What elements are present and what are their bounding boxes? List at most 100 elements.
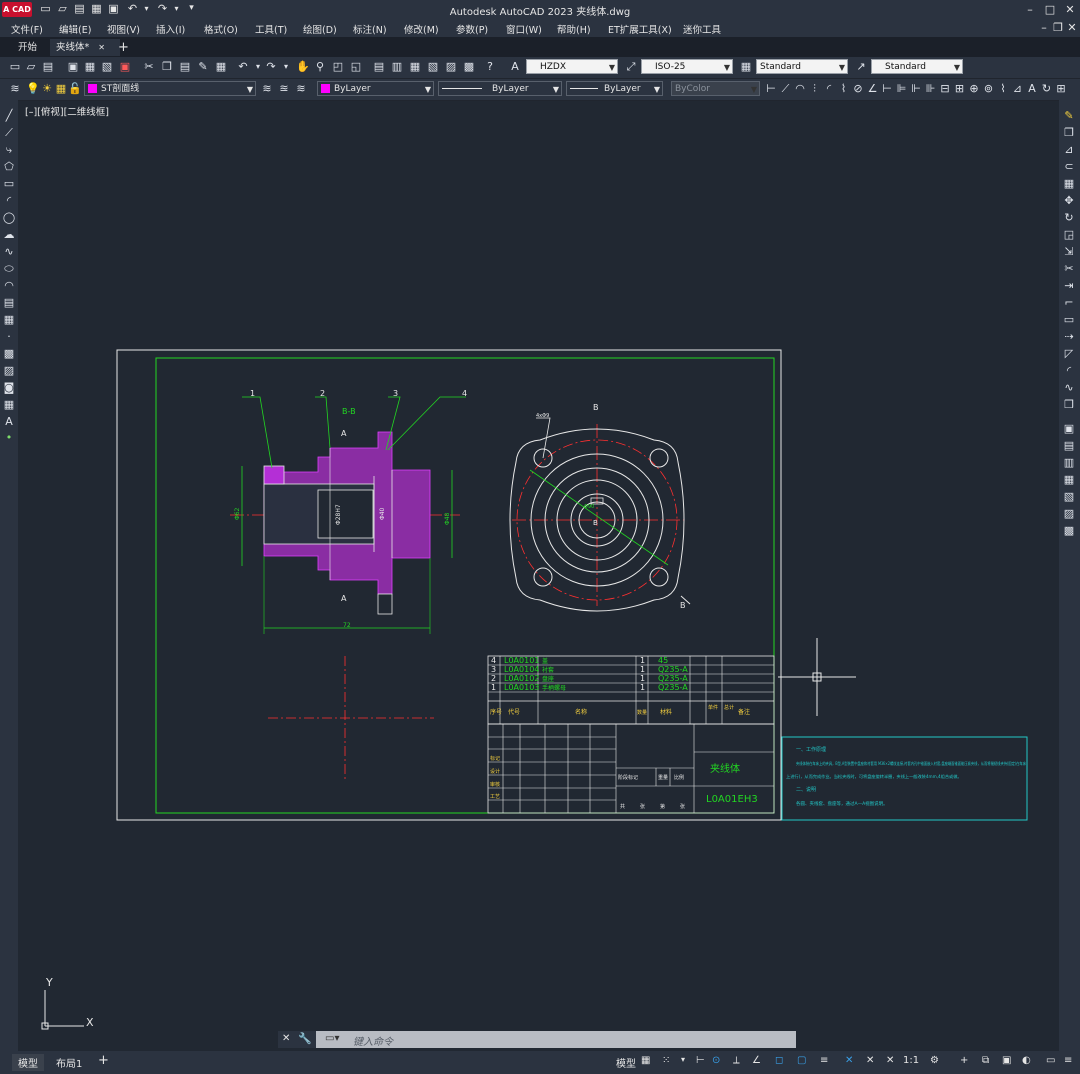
svg-text:盖: 盖 (542, 657, 548, 665)
svg-text:夹线体装在车床上的夹具，B型,A型装置中盘座和衬套用 M36: 夹线体装在车床上的夹具，B型,A型装置中盘座和衬套用 M36×2螺纹连接,衬套内… (796, 760, 1027, 767)
svg-text:A: A (341, 429, 347, 438)
svg-text:工艺: 工艺 (490, 794, 500, 800)
dynamic-input-icon[interactable]: ⊙ (712, 1055, 720, 1066)
annotation-scale-icon[interactable]: ✕ (886, 1055, 894, 1066)
svg-text:序号: 序号 (490, 708, 502, 716)
svg-text:Φ48: Φ48 (444, 512, 451, 525)
workspace-gear-icon[interactable]: ⚙ (930, 1055, 939, 1066)
svg-text:材料: 材料 (660, 708, 672, 716)
svg-text:上进行)，从而完成作业。当松夹线时，可将盘座旋转半圈，夹线上: 上进行)，从而完成作业。当松夹线时，可将盘座旋转半圈，夹线上一般改装4mm,4组… (786, 773, 962, 780)
svg-text:L0A01EH3: L0A01EH3 (706, 794, 758, 805)
svg-text:共: 共 (620, 803, 625, 810)
annotation-monitor-icon[interactable]: + (960, 1055, 968, 1066)
svg-text:L0A0101: L0A0101 (504, 656, 539, 665)
crosshair-cursor (778, 638, 856, 716)
svg-text:夹线体: 夹线体 (710, 762, 740, 775)
quick-properties-icon[interactable]: ▣ (1002, 1055, 1011, 1066)
svg-text:衬套: 衬套 (542, 666, 554, 674)
add-layout-button[interactable]: + (98, 1053, 109, 1068)
snap-icon[interactable]: ⁙ (662, 1055, 670, 1066)
svg-text:1: 1 (640, 665, 645, 674)
isolate-objects-icon[interactable]: ◐ (1022, 1055, 1031, 1066)
svg-text:二、说明: 二、说明 (796, 786, 816, 793)
svg-text:Q235-A: Q235-A (658, 665, 688, 674)
svg-text:A: A (341, 594, 347, 603)
technical-notes: 一、工作原理 夹线体装在车床上的夹具，B型,A型装置中盘座和衬套用 M36×2螺… (781, 736, 1028, 821)
clean-screen-icon[interactable]: ▭ (1046, 1055, 1055, 1066)
svg-text:设计: 设计 (490, 768, 500, 775)
svg-text:代号: 代号 (508, 708, 520, 716)
svg-text:标记: 标记 (490, 755, 500, 762)
svg-text:手柄螺母: 手柄螺母 (542, 684, 566, 692)
svg-text:1: 1 (640, 656, 645, 665)
svg-text:X: X (86, 1016, 94, 1029)
command-line: ✕ 🔧 ▭▾ 键入命令 (278, 1031, 796, 1048)
svg-text:张: 张 (640, 803, 645, 810)
svg-text:各圆、夹线套、盘座等，通过A—A视图说明。: 各圆、夹线套、盘座等，通过A—A视图说明。 (796, 800, 888, 807)
ortho-icon[interactable]: ⟂ (733, 1055, 740, 1066)
sheet-border (116, 349, 782, 821)
svg-text:Φ90: Φ90 (584, 504, 594, 510)
wrench-icon[interactable]: 🔧 (298, 1032, 312, 1045)
section-view: 1 2 3 4 B-B A A 72 Φ62 Φ48 Φ28H7 Φ40 (230, 389, 467, 634)
svg-text:审核: 审核 (490, 781, 500, 788)
svg-text:1: 1 (250, 389, 255, 398)
top-view: 4xΦ9 B B B Φ90 (509, 403, 691, 612)
svg-text:3: 3 (491, 665, 496, 674)
svg-text:Q235-A: Q235-A (658, 683, 688, 692)
svg-text:总计: 总计 (724, 704, 734, 711)
svg-text:45: 45 (658, 656, 668, 665)
customization-icon[interactable]: ≡ (1064, 1055, 1072, 1066)
command-input[interactable]: 键入命令 (353, 1033, 393, 1048)
svg-text:4xΦ9: 4xΦ9 (536, 413, 549, 419)
object-snap-tracking-icon[interactable]: ◻ (775, 1055, 783, 1066)
polar-icon[interactable]: ∠ (752, 1055, 761, 1066)
units-icon[interactable]: ⧉ (982, 1055, 989, 1066)
svg-text:单件: 单件 (708, 704, 718, 711)
tab-layout1[interactable]: 布局1 (56, 1055, 82, 1070)
svg-text:Y: Y (45, 976, 53, 989)
svg-text:张: 张 (680, 803, 685, 810)
auto-scale-icon[interactable]: ✕ (866, 1055, 874, 1066)
svg-text:比例: 比例 (674, 774, 684, 781)
svg-text:L0A0102: L0A0102 (504, 674, 539, 683)
title-block: 标记 设计 审核 工艺 阶段标记 重量 比例 共 张 第 张 夹线体 L0A01… (487, 723, 775, 814)
svg-text:阶段标记: 阶段标记 (618, 774, 638, 781)
svg-text:4: 4 (491, 656, 496, 665)
infer-constraints-icon[interactable]: ⊢ (696, 1055, 705, 1066)
close-icon[interactable]: ✕ (282, 1033, 290, 1044)
svg-text:Φ28H7: Φ28H7 (335, 504, 342, 525)
svg-text:B: B (593, 403, 599, 412)
svg-text:重量: 重量 (658, 774, 668, 781)
object-snap-icon[interactable]: ▢ (797, 1055, 806, 1066)
recent-commands-icon[interactable]: ▭▾ (325, 1033, 339, 1044)
svg-text:一、工作原理: 一、工作原理 (796, 746, 826, 753)
svg-text:1: 1 (640, 683, 645, 692)
svg-text:第: 第 (660, 803, 665, 810)
svg-text:B-B: B-B (342, 407, 356, 416)
svg-text:1: 1 (640, 674, 645, 683)
svg-text:3: 3 (393, 389, 398, 398)
svg-text:B: B (680, 601, 686, 610)
svg-text:B: B (593, 519, 598, 527)
svg-text:2: 2 (320, 389, 325, 398)
annotation-visibility-icon[interactable]: ✕ (845, 1055, 853, 1066)
svg-text:4: 4 (462, 389, 467, 398)
svg-text:盘座: 盘座 (542, 675, 554, 683)
svg-text:Φ62: Φ62 (234, 507, 241, 520)
grid-icon[interactable]: ▦ (641, 1055, 650, 1066)
drawing-canvas[interactable]: 1 2 3 4 B-B A A 72 Φ62 Φ48 Φ28H7 Φ40 4xΦ… (0, 0, 1080, 1074)
snap-dropdown-icon[interactable]: ▾ (681, 1055, 685, 1064)
lineweight-toggle-icon[interactable]: ≡ (820, 1055, 828, 1066)
svg-text:L0A0104: L0A0104 (504, 665, 539, 674)
model-space-button[interactable]: 模型 (616, 1055, 636, 1070)
svg-text:Φ40: Φ40 (379, 507, 386, 520)
command-line-controls: ✕ 🔧 (278, 1031, 316, 1048)
tab-model[interactable]: 模型 (12, 1054, 44, 1071)
annotation-scale-value[interactable]: 1:1 (903, 1055, 919, 1066)
ucs-icon: Y X (41, 976, 94, 1030)
svg-text:备注: 备注 (738, 708, 750, 716)
svg-text:数量: 数量 (637, 709, 647, 716)
svg-text:1: 1 (491, 683, 496, 692)
parts-list: 4 L0A0101 盖 1 45 3 L0A0104 衬套 1 Q235-A 2… (487, 655, 775, 725)
